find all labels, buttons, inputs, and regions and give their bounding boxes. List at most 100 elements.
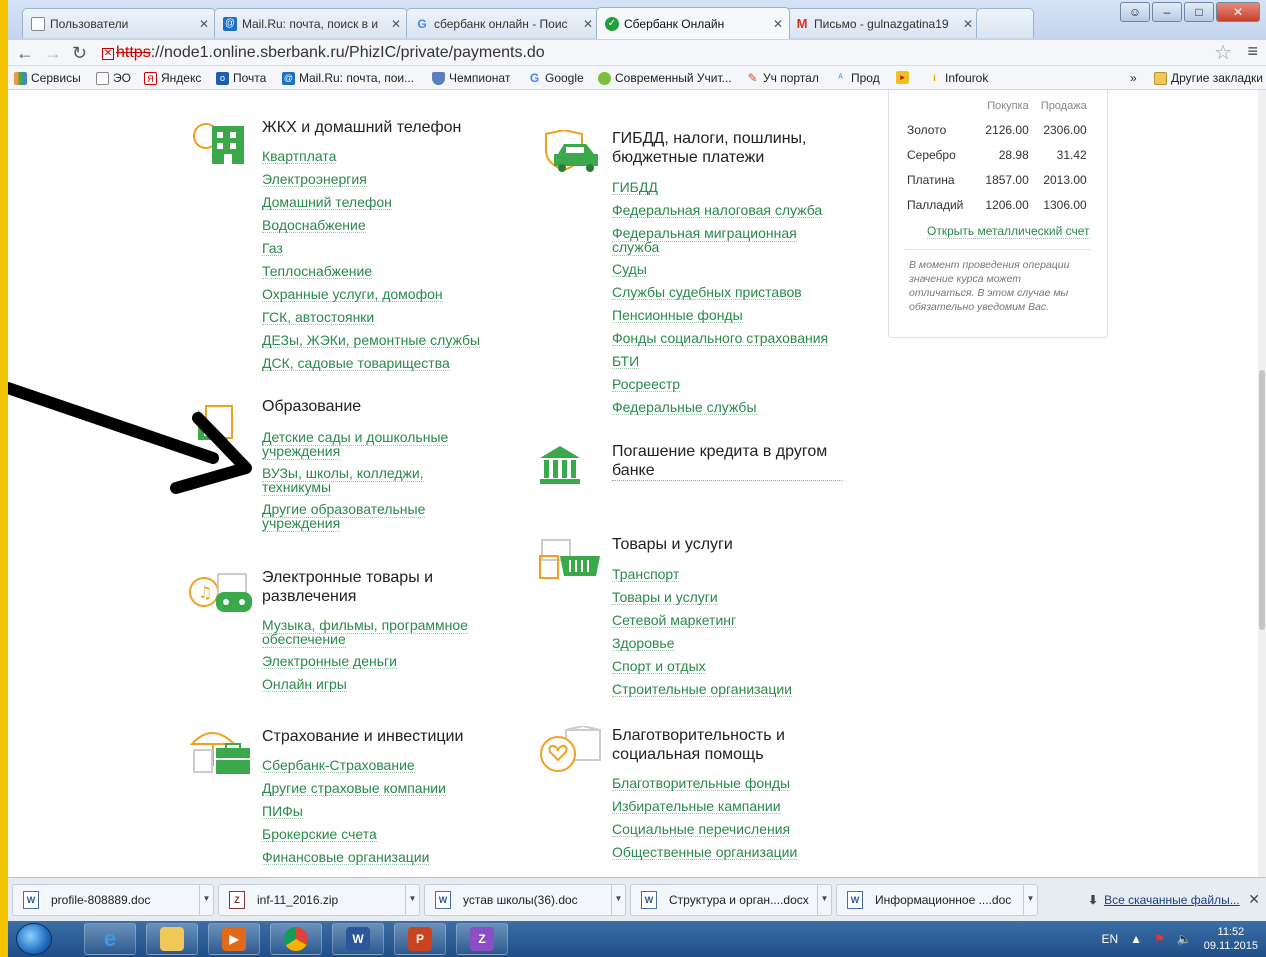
bookmark-services[interactable]: Сервисы: [14, 71, 81, 85]
payment-link[interactable]: Охранные услуги, домофон: [262, 287, 443, 302]
payment-link[interactable]: Здоровье: [612, 636, 675, 651]
tab-google-search[interactable]: G сбербанк онлайн - Поис ✕: [406, 8, 600, 38]
taskbar-media[interactable]: ▶: [208, 923, 260, 955]
payment-link[interactable]: Федеральные службы: [612, 400, 757, 415]
payment-link[interactable]: ГИБДД: [612, 180, 658, 195]
tab-mailru[interactable]: @ Mail.Ru: почта, поиск в и ✕: [214, 8, 408, 38]
payment-link[interactable]: Социальные перечисления: [612, 822, 791, 837]
page-scrollbar[interactable]: [1258, 90, 1266, 877]
payment-link[interactable]: Финансовые организации: [262, 850, 430, 865]
payment-link[interactable]: Электроэнергия: [262, 172, 367, 187]
payment-link[interactable]: Квартплата: [262, 149, 337, 164]
payment-link[interactable]: Суды: [612, 262, 647, 277]
tab-sberbank-online[interactable]: ✓ Сбербанк Онлайн ✕: [596, 7, 790, 39]
bookmark-eo[interactable]: ЭО: [96, 71, 131, 85]
payment-link[interactable]: ДСК, садовые товарищества: [262, 356, 450, 371]
payment-link[interactable]: Домашний телефон: [262, 195, 392, 210]
payment-link[interactable]: Другие страховые компании: [262, 781, 446, 796]
payment-link[interactable]: Музыка, фильмы, программное обеспечение: [262, 617, 487, 648]
taskbar-explorer[interactable]: [146, 923, 198, 955]
close-icon[interactable]: ✕: [391, 17, 401, 31]
taskbar-app[interactable]: Z: [456, 923, 508, 955]
chevron-down-icon[interactable]: ▼: [1023, 885, 1037, 915]
download-item[interactable]: W устав школы(36).doc ▼: [424, 884, 626, 916]
chevron-down-icon[interactable]: ▼: [817, 885, 831, 915]
tab-users[interactable]: Пользователи ✕: [22, 8, 216, 38]
close-icon[interactable]: ✕: [199, 17, 209, 31]
download-item[interactable]: W Информационное ....doc ▼: [836, 884, 1038, 916]
payment-link[interactable]: Федеральная налоговая служба: [612, 203, 823, 218]
bookmark-sovremenny-uchitel[interactable]: Современный Учит...: [598, 71, 732, 85]
payment-link[interactable]: Благотворительные фонды: [612, 776, 791, 791]
payment-link[interactable]: Строительные организации: [612, 682, 792, 697]
close-window-button[interactable]: ✕: [1216, 2, 1260, 22]
download-item[interactable]: W Структура и орган....docx ▼: [630, 884, 832, 916]
payment-link[interactable]: Онлайн игры: [262, 677, 347, 692]
more-bookmarks-button[interactable]: »: [1130, 71, 1137, 85]
menu-icon[interactable]: ≡: [1247, 41, 1258, 62]
download-item[interactable]: W profile-808889.doc ▼: [12, 884, 214, 916]
reload-icon[interactable]: ↻: [72, 43, 87, 63]
payment-link[interactable]: Федеральная миграционная служба: [612, 225, 812, 256]
close-icon[interactable]: ✕: [773, 17, 783, 31]
payment-link[interactable]: ВУЗы, школы, колледжи, техникумы: [262, 465, 442, 496]
address-bar[interactable]: ✕ https://node1.online.sberbank.ru/PhizIC…: [102, 42, 1222, 64]
back-icon[interactable]: ←: [16, 43, 34, 63]
payment-link[interactable]: Службы судебных приставов: [612, 285, 802, 300]
bookmark-play[interactable]: ▸: [896, 71, 913, 84]
taskbar-ie[interactable]: e: [84, 923, 136, 955]
payment-link[interactable]: Сбербанк-Страхование: [262, 758, 415, 773]
payment-link[interactable]: ДЕЗы, ЖЭКи, ремонтные службы: [262, 333, 481, 348]
clock[interactable]: 11:52 09.11.2015: [1204, 925, 1258, 953]
close-icon[interactable]: ✕: [963, 17, 973, 31]
forward-icon[interactable]: →: [44, 43, 62, 63]
payment-link[interactable]: Спорт и отдых: [612, 659, 706, 674]
new-tab-button[interactable]: [976, 8, 1034, 38]
minimize-button[interactable]: –: [1152, 2, 1182, 22]
payment-link[interactable]: Пенсионные фонды: [612, 308, 743, 323]
bookmark-championat[interactable]: Чемпионат: [432, 71, 510, 85]
bookmark-infourok[interactable]: i Infourok: [928, 71, 988, 85]
bookmark-uch-portal[interactable]: ✎ Уч портал: [746, 71, 818, 85]
payment-link[interactable]: Другие образовательные учреждения: [262, 501, 442, 532]
payment-link[interactable]: Росреестр: [612, 377, 681, 392]
bookmark-google[interactable]: G Google: [528, 71, 584, 85]
tray-expand-icon[interactable]: ▲: [1130, 932, 1142, 946]
close-icon[interactable]: ✕: [583, 17, 593, 31]
taskbar-word[interactable]: W: [332, 923, 384, 955]
payment-link[interactable]: Электронные деньги: [262, 654, 397, 669]
volume-icon[interactable]: 🔈: [1177, 932, 1192, 946]
language-indicator[interactable]: EN: [1101, 932, 1118, 946]
download-item[interactable]: Z inf-11_2016.zip ▼: [218, 884, 420, 916]
payment-link[interactable]: Фонды социального страхования: [612, 331, 829, 346]
bookmark-mail[interactable]: o Почта: [216, 71, 266, 85]
start-button[interactable]: [16, 923, 52, 955]
chevron-down-icon[interactable]: ▼: [199, 885, 213, 915]
open-metal-account-link[interactable]: Открыть металлический счет: [927, 224, 1090, 239]
payment-link[interactable]: Газ: [262, 241, 283, 256]
payment-link[interactable]: Теплоснабжение: [262, 264, 373, 279]
payment-link[interactable]: БТИ: [612, 354, 640, 369]
payment-link[interactable]: Общественные организации: [612, 845, 798, 860]
bookmark-mailru[interactable]: @ Mail.Ru: почта, пои...: [282, 71, 414, 85]
payment-link[interactable]: Транспорт: [612, 567, 680, 582]
payment-link[interactable]: Товары и услуги: [612, 590, 718, 605]
payment-link[interactable]: Брокерские счета: [262, 827, 377, 842]
network-flag-icon[interactable]: ⚑: [1154, 932, 1165, 946]
tab-mail-letter[interactable]: M Письмо - gulnazgatina19 ✕: [786, 8, 980, 38]
category-credit-repayment[interactable]: Погашение кредита в другом банке: [612, 442, 842, 481]
payment-link[interactable]: Водоснабжение: [262, 218, 366, 233]
other-bookmarks-folder[interactable]: Другие закладки: [1154, 71, 1263, 85]
close-icon[interactable]: ✕: [1248, 891, 1260, 908]
chevron-down-icon[interactable]: ▼: [611, 885, 625, 915]
category-title[interactable]: Погашение кредита в другом банке: [612, 442, 842, 481]
maximize-button[interactable]: □: [1184, 2, 1214, 22]
payment-link[interactable]: ПИФы: [262, 804, 303, 819]
payment-link[interactable]: Сетевой маркетинг: [612, 613, 737, 628]
user-icon[interactable]: ☺: [1120, 2, 1150, 22]
bookmark-prod[interactable]: ᴬ Прод: [834, 71, 879, 85]
chevron-down-icon[interactable]: ▼: [405, 885, 419, 915]
scrollbar-thumb[interactable]: [1259, 370, 1265, 630]
taskbar-powerpoint[interactable]: P: [394, 923, 446, 955]
payment-link[interactable]: Детские сады и дошкольные учреждения: [262, 429, 462, 460]
